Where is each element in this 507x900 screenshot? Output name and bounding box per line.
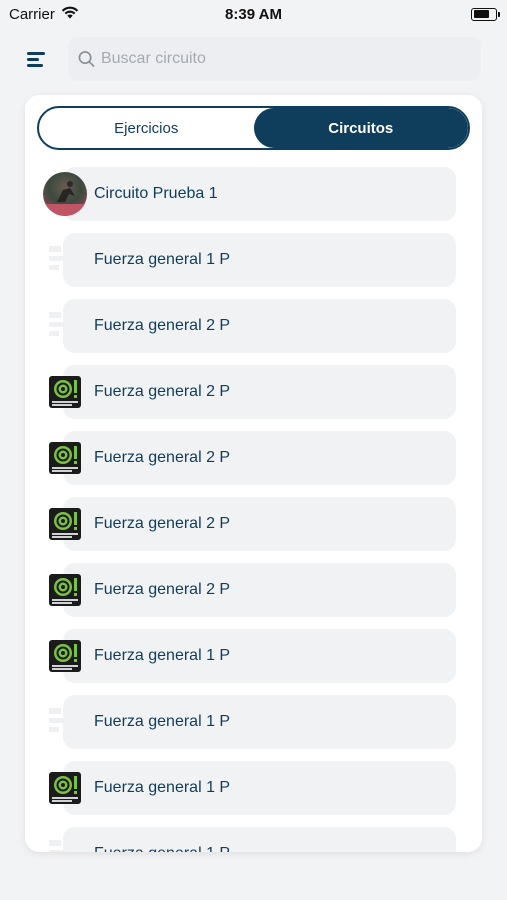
- segmented-control: Ejercicios Circuitos: [37, 106, 470, 150]
- list-item[interactable]: Fuerza general 1 P: [25, 827, 482, 852]
- wifi-icon: [61, 6, 79, 23]
- circuit-thumbnail-logo: [43, 370, 87, 414]
- top-bar: [0, 36, 507, 82]
- circuit-thumbnail-logo: [43, 436, 87, 480]
- search-bar[interactable]: [68, 37, 481, 81]
- list-item[interactable]: Fuerza general 2 P: [25, 431, 482, 485]
- list-item[interactable]: Circuito Prueba 1: [25, 167, 482, 221]
- battery-icon: [471, 7, 500, 21]
- tab-ejercicios[interactable]: Ejercicios: [39, 108, 254, 148]
- list-item-label: Fuerza general 1 P: [94, 647, 231, 664]
- content-card: Ejercicios Circuitos Circuito Prueba 1 Fu…: [25, 95, 482, 852]
- status-left: Carrier: [9, 6, 79, 23]
- search-icon: [78, 51, 95, 67]
- circuit-thumbnail-logo: [43, 766, 87, 810]
- list-item[interactable]: Fuerza general 2 P: [25, 365, 482, 419]
- list-item-label: Fuerza general 2 P: [94, 317, 231, 334]
- search-input[interactable]: [100, 50, 481, 68]
- list-item[interactable]: Fuerza general 2 P: [25, 497, 482, 551]
- list-item-label: Fuerza general 1 P: [94, 779, 231, 796]
- menu-button[interactable]: [22, 45, 50, 73]
- list-item-label: Fuerza general 1 P: [94, 713, 231, 730]
- list-item[interactable]: Fuerza general 2 P: [25, 299, 482, 353]
- list-item-label: Fuerza general 2 P: [94, 515, 231, 532]
- circuit-thumbnail-logo: [43, 568, 87, 612]
- tab-circuitos[interactable]: Circuitos: [253, 108, 468, 148]
- list-item-label: Fuerza general 2 P: [94, 383, 231, 400]
- status-bar: Carrier 8:39 AM: [0, 0, 507, 28]
- circuit-thumbnail-logo: [43, 502, 87, 546]
- circuit-thumbnail-placeholder: [43, 700, 87, 744]
- circuit-thumbnail-placeholder: [43, 238, 87, 282]
- list-item[interactable]: Fuerza general 2 P: [25, 563, 482, 617]
- circuit-list: Circuito Prueba 1 Fuerza general 1 P Fuerz…: [25, 167, 482, 852]
- list-item-label: Fuerza general 2 P: [94, 449, 231, 466]
- menu-icon: [27, 52, 45, 67]
- circuit-thumbnail-placeholder: [43, 304, 87, 348]
- list-item[interactable]: Fuerza general 1 P: [25, 629, 482, 683]
- carrier-label: Carrier: [9, 5, 55, 23]
- list-item-label: Circuito Prueba 1: [94, 185, 218, 202]
- circuit-thumbnail-photo: [43, 172, 87, 216]
- list-item-label: Fuerza general 1 P: [94, 827, 230, 852]
- list-item[interactable]: Fuerza general 1 P: [25, 233, 482, 287]
- circuit-thumbnail-logo: [43, 634, 87, 678]
- list-item[interactable]: Fuerza general 1 P: [25, 761, 482, 815]
- list-item-label: Fuerza general 1 P: [94, 251, 231, 268]
- list-item[interactable]: Fuerza general 1 P: [25, 695, 482, 749]
- list-item-label: Fuerza general 2 P: [94, 581, 231, 598]
